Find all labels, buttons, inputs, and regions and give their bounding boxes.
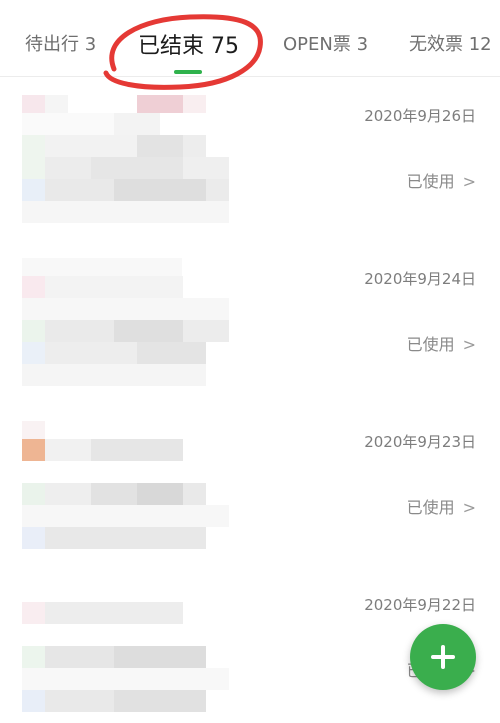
ticket-status-label: 已使用 — [406, 172, 455, 191]
ticket-item[interactable]: 2020年9月23日 已使用 > — [0, 403, 500, 549]
add-ticket-button[interactable] — [410, 624, 476, 690]
active-tab-indicator — [174, 70, 202, 74]
chevron-right-icon: > — [462, 498, 476, 517]
ticket-date: 2020年9月26日 — [364, 107, 476, 125]
ticket-date: 2020年9月22日 — [364, 596, 476, 614]
ticket-status[interactable]: 已使用 > — [407, 494, 476, 518]
ticket-date: 2020年9月23日 — [364, 433, 476, 451]
chevron-right-icon: > — [462, 172, 476, 191]
chevron-right-icon: > — [462, 335, 476, 354]
blurred-ticket-details — [22, 602, 229, 712]
plus-icon — [431, 645, 455, 669]
ticket-item[interactable]: 2020年9月26日 已使用 > — [0, 77, 500, 223]
ticket-status-label: 已使用 — [406, 335, 455, 354]
tab-finished[interactable]: 已结束 75 — [138, 28, 239, 60]
ticket-list: 2020年9月26日 已使用 > 2020年9月24日 已使用 > 2020年9… — [0, 77, 500, 723]
ticket-status-label: 已使用 — [406, 498, 455, 517]
ticket-status[interactable]: 已使用 > — [407, 168, 476, 192]
blurred-ticket-details — [22, 421, 229, 549]
ticket-tabs: 待出行 3 已结束 75 OPEN票 3 无效票 12 — [0, 0, 500, 77]
tab-invalid-tickets[interactable]: 无效票 12 — [409, 30, 492, 56]
tab-upcoming[interactable]: 待出行 3 — [25, 30, 96, 56]
blurred-ticket-details — [22, 258, 229, 386]
ticket-date: 2020年9月24日 — [364, 270, 476, 288]
ticket-item[interactable]: 2020年9月24日 已使用 > — [0, 240, 500, 386]
blurred-ticket-details — [22, 95, 229, 223]
tab-open-tickets[interactable]: OPEN票 3 — [283, 30, 368, 56]
ticket-status[interactable]: 已使用 > — [407, 331, 476, 355]
